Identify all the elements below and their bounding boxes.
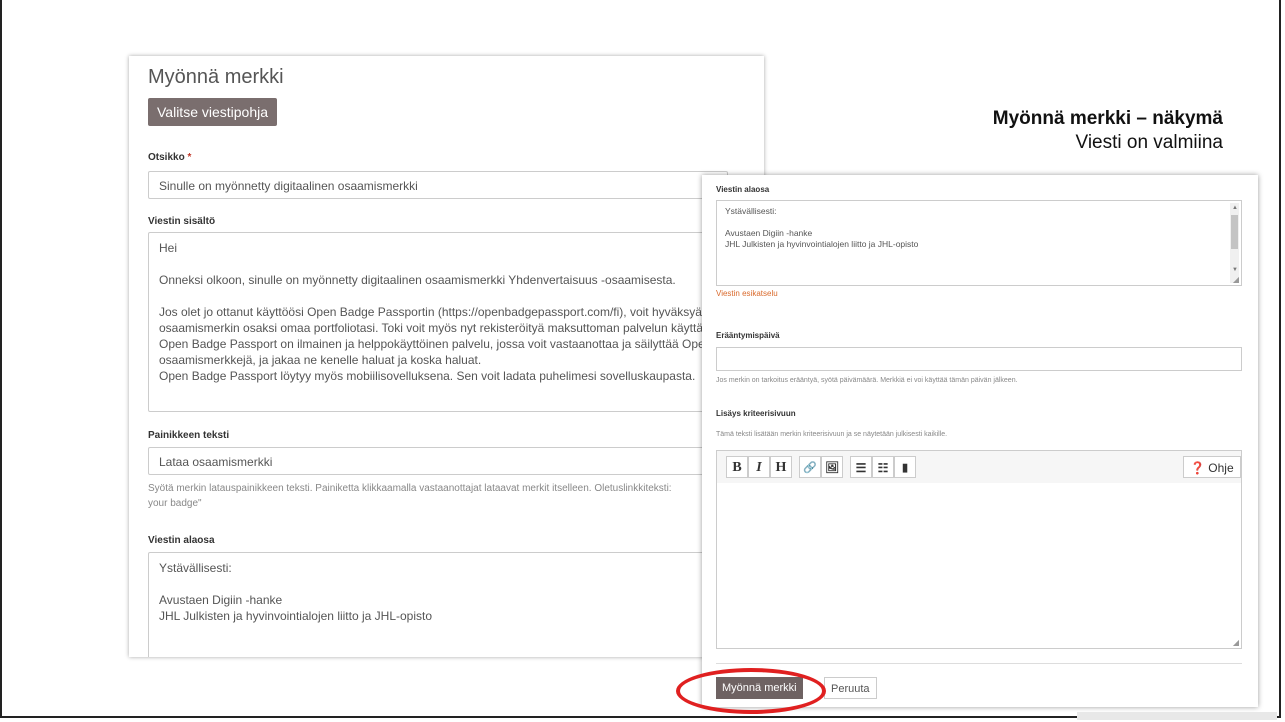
- subject-label: Otsikko *: [148, 152, 191, 163]
- resize-handle-icon[interactable]: ◢: [1233, 638, 1239, 647]
- scroll-down-icon[interactable]: ▼: [1232, 267, 1238, 273]
- footer-label: Viestin alaosa: [148, 535, 215, 546]
- criteria-editor[interactable]: ◢: [716, 483, 1242, 649]
- text-line: osaamismerkin osaksi omaa portfoliotasi.…: [159, 321, 728, 335]
- caption-subtitle: Viesti on valmiina: [1075, 132, 1223, 153]
- text-line: [725, 217, 1233, 228]
- text-line: JHL Julkisten ja hyvinvointialojen liitt…: [159, 609, 433, 623]
- text-line: [159, 576, 717, 592]
- criteria-help: Tämä teksti lisätään merkin kriteerisivu…: [716, 431, 948, 438]
- expiry-help: Jos merkin on tarkoitus erääntyä, syötä …: [716, 377, 1018, 384]
- text-line: Avustaen Digiin -hanke: [725, 228, 813, 238]
- link-icon[interactable]: 🔗: [799, 456, 821, 478]
- italic-icon[interactable]: I: [748, 456, 770, 478]
- expiry-label: Erääntymispäivä: [716, 331, 780, 340]
- quote-icon[interactable]: ▮: [894, 456, 916, 478]
- help-label: Ohje: [1208, 461, 1234, 475]
- button-text-input[interactable]: Lataa osaamismerkki: [148, 447, 728, 475]
- required-mark: *: [187, 152, 192, 163]
- ordered-list-icon[interactable]: ☷: [872, 456, 894, 478]
- message-label: Viestin sisältö: [148, 216, 216, 227]
- editor-toolbar: B I H 🔗 🖼 ☰ ☷ ▮ ❓ Ohje: [716, 450, 1242, 484]
- page-title: Myönnä merkki: [148, 66, 284, 88]
- message-textarea[interactable]: Hei Onneksi olkoon, sinulle on myönnetty…: [148, 232, 728, 412]
- subject-input[interactable]: Sinulle on myönnetty digitaalinen osaami…: [148, 171, 728, 199]
- divider: [716, 663, 1242, 664]
- expiry-date-input[interactable]: [716, 347, 1242, 371]
- resize-handle-icon[interactable]: ◢: [1233, 275, 1239, 284]
- issue-badge-form: Myönnä merkki Valitse viestipohja Otsikk…: [129, 56, 764, 657]
- help-icon: ❓: [1190, 461, 1205, 475]
- text-line: Avustaen Digiin -hanke: [159, 593, 283, 607]
- footer-label-right: Viestin alaosa: [716, 185, 770, 194]
- footer-textarea-right[interactable]: Ystävällisesti: Avustaen Digiin -hanke JH…: [716, 200, 1242, 286]
- text-line: osaamismerkkejä, ja jakaa ne kenelle hal…: [159, 353, 482, 367]
- text-line: Jos olet jo ottanut käyttöösi Open Badge…: [159, 305, 702, 319]
- slide-caption: Myönnä merkki – näkymä Viesti on valmiin…: [993, 107, 1223, 155]
- highlight-ring: [676, 668, 826, 714]
- text-line: [159, 288, 717, 304]
- unordered-list-icon[interactable]: ☰: [850, 456, 872, 478]
- decorative-strip: [1077, 712, 1277, 720]
- text-line: Hei: [159, 241, 178, 255]
- button-text-help-2: your badge": [148, 498, 202, 509]
- text-line: Open Badge Passport on ilmainen ja helpp…: [159, 337, 728, 351]
- scroll-thumb[interactable]: [1231, 215, 1238, 249]
- criteria-label: Lisäys kriteerisivuun: [716, 409, 796, 418]
- footer-textarea[interactable]: Ystävällisesti: Avustaen Digiin -hanke JH…: [148, 552, 728, 657]
- message-preview-link[interactable]: Viestin esikatselu: [716, 289, 778, 298]
- button-text-label: Painikkeen teksti: [148, 430, 230, 441]
- cancel-button[interactable]: Peruuta: [824, 677, 877, 699]
- text-line: Ystävällisesti:: [725, 206, 777, 216]
- scroll-up-icon[interactable]: ▲: [1232, 205, 1238, 211]
- text-line: JHL Julkisten ja hyvinvointialojen liitt…: [725, 239, 919, 249]
- textarea-scrollbar[interactable]: ▲ ▼: [1230, 203, 1239, 283]
- image-icon[interactable]: 🖼: [821, 456, 843, 478]
- text-line: Ystävällisesti:: [159, 561, 232, 575]
- text-line: [159, 256, 717, 272]
- bold-icon[interactable]: B: [726, 456, 748, 478]
- choose-template-button[interactable]: Valitse viestipohja: [148, 98, 278, 126]
- heading-icon[interactable]: H: [770, 456, 792, 478]
- text-line: Onneksi olkoon, sinulle on myönnetty dig…: [159, 273, 676, 287]
- caption-title: Myönnä merkki – näkymä: [992, 108, 1223, 129]
- text-line: Open Badge Passport löytyy myös mobiilis…: [159, 369, 696, 383]
- help-button[interactable]: ❓ Ohje: [1183, 456, 1241, 478]
- subject-label-text: Otsikko: [148, 152, 185, 163]
- issue-badge-form-scrolled: Viestin alaosa Ystävällisesti: Avustaen …: [702, 175, 1258, 707]
- button-text-help-1: Syötä merkin latauspainikkeen teksti. Pa…: [148, 483, 672, 494]
